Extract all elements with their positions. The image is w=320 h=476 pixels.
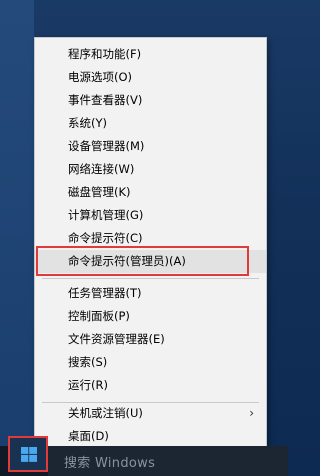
- menu-item-task-manager[interactable]: 任务管理器(T): [35, 282, 266, 305]
- chevron-right-icon: ›: [249, 406, 254, 420]
- windows-logo-icon: [21, 447, 37, 462]
- menu-item-control-panel[interactable]: 控制面板(P): [35, 305, 266, 328]
- menu-item-programs-features[interactable]: 程序和功能(F): [35, 43, 266, 66]
- menu-separator: [42, 278, 259, 279]
- highlight-box-admin-prompt: [36, 246, 249, 276]
- menu-item-event-viewer[interactable]: 事件查看器(V): [35, 89, 266, 112]
- search-placeholder: 搜索 Windows: [64, 456, 156, 471]
- menu-item-system[interactable]: 系统(Y): [35, 112, 266, 135]
- menu-item-shutdown-signout[interactable]: 关机或注销(U) ›: [35, 402, 266, 425]
- menu-item-file-explorer[interactable]: 文件资源管理器(E): [35, 328, 266, 351]
- menu-item-search[interactable]: 搜索(S): [35, 351, 266, 374]
- menu-item-computer-management[interactable]: 计算机管理(G): [35, 204, 266, 227]
- search-box[interactable]: 搜索 Windows: [48, 446, 288, 476]
- menu-item-power-options[interactable]: 电源选项(O): [35, 66, 266, 89]
- menu-item-device-manager[interactable]: 设备管理器(M): [35, 135, 266, 158]
- menu-item-network-connections[interactable]: 网络连接(W): [35, 158, 266, 181]
- menu-item-desktop[interactable]: 桌面(D): [35, 425, 266, 448]
- desktop-background: [0, 0, 34, 446]
- menu-item-disk-management[interactable]: 磁盘管理(K): [35, 181, 266, 204]
- menu-item-run[interactable]: 运行(R): [35, 374, 266, 397]
- start-button[interactable]: [8, 436, 48, 472]
